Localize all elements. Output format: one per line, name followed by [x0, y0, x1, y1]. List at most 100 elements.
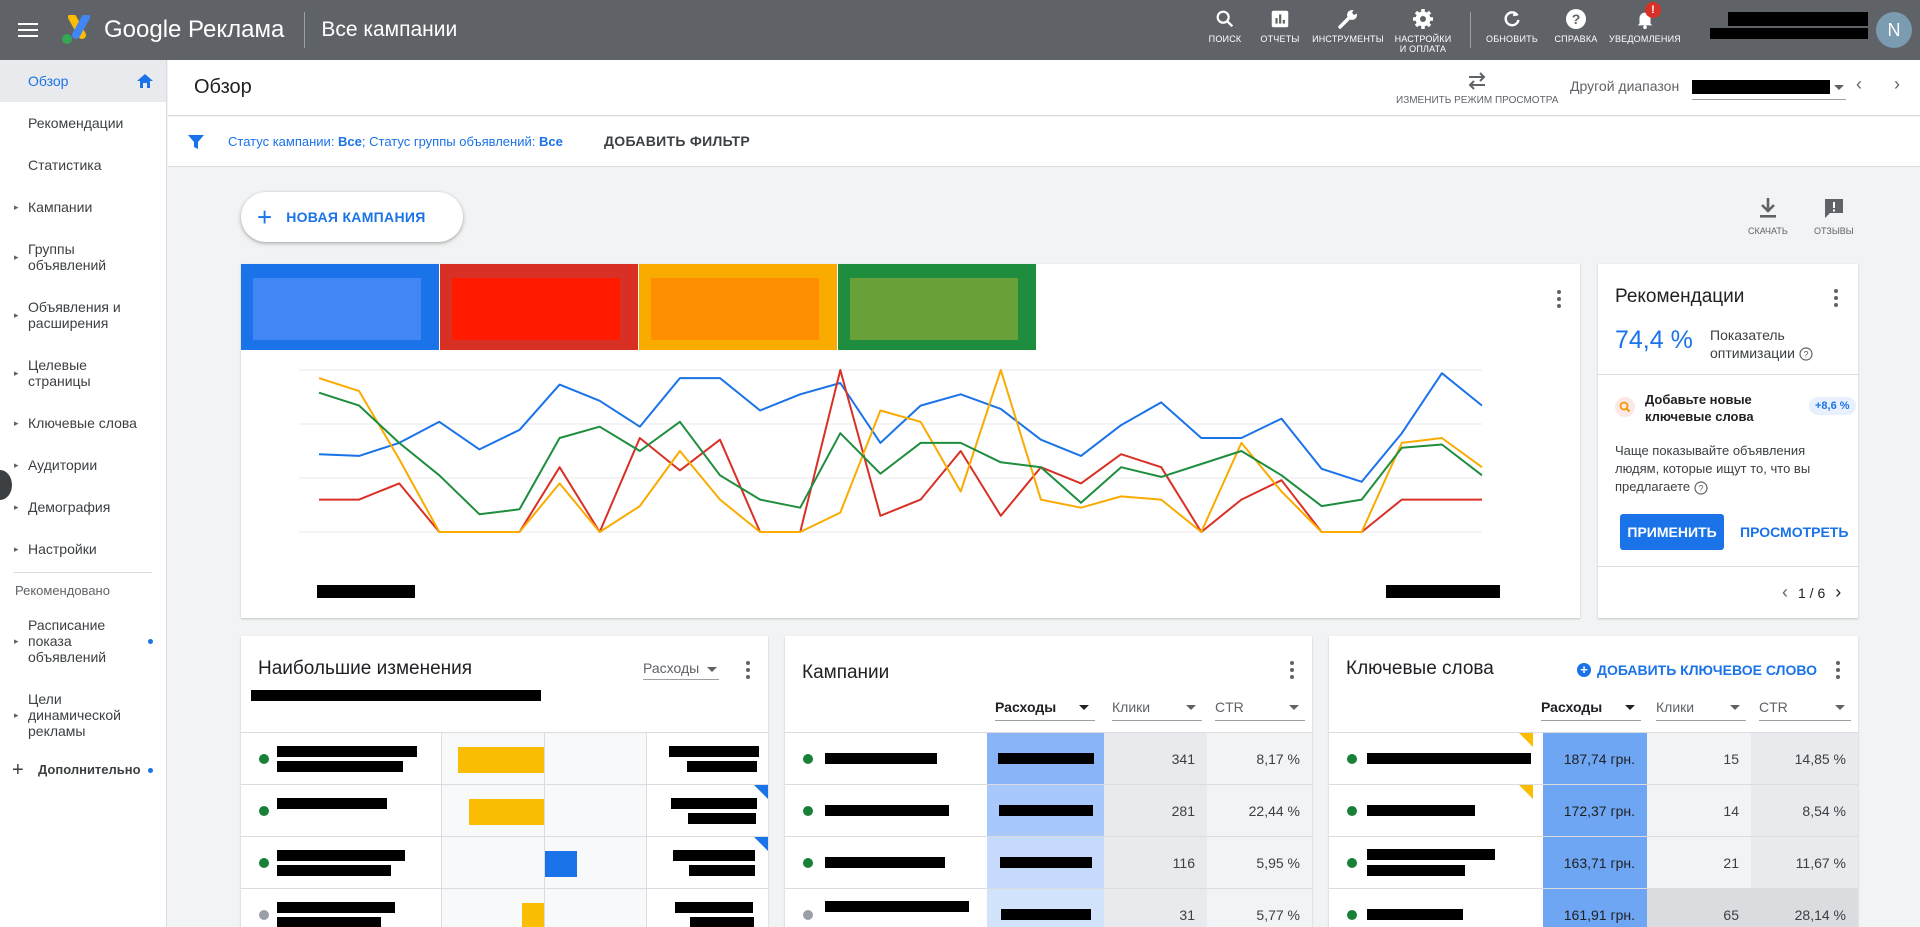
campaign-clicks-cell: 31 — [1104, 889, 1207, 927]
campaign-cost-cell — [987, 733, 1104, 784]
reports-action[interactable]: ОТЧЕТЫ — [1250, 0, 1310, 60]
change-bar-axis — [544, 889, 545, 927]
page-title: Обзор — [194, 76, 252, 98]
date-range-select[interactable] — [1692, 76, 1846, 100]
active-filters[interactable]: Статус кампании: Все; Статус группы объя… — [228, 134, 563, 149]
table-row[interactable]: 281 22,44 % — [785, 784, 1312, 836]
chevron-left-icon[interactable]: ‹ — [1782, 582, 1788, 603]
feedback-button[interactable]: ОТЗЫВЫ — [1814, 196, 1854, 236]
sidebar-item-settings[interactable]: ▸ Настройки — [0, 528, 166, 570]
table-row[interactable]: 172,37 грн. 14 8,54 % — [1329, 784, 1858, 836]
sidebar-item-keywords[interactable]: ▸ Ключевые слова — [0, 402, 166, 444]
sidebar-item-dynamic-ad-targets[interactable]: ▸ Цели динамической рекламы — [0, 677, 167, 753]
campaigns-col-ctr[interactable]: CTR — [1215, 699, 1305, 721]
keywords-title: Ключевые слова — [1346, 658, 1494, 679]
changes-metric-select[interactable]: Расходы — [643, 660, 719, 680]
tools-action-label: ИНСТРУМЕНТЫ — [1312, 34, 1384, 44]
column-label: CTR — [1215, 699, 1244, 715]
sidebar-item-landing-pages[interactable]: ▸ Целевые страницы — [0, 344, 140, 402]
changes-more-icon[interactable] — [741, 660, 755, 680]
add-keyword-button[interactable]: + ДОБАВИТЬ КЛЮЧЕВОЕ СЛОВО — [1577, 662, 1817, 678]
table-row[interactable]: 163,71 грн. 21 11,67 % — [1329, 836, 1858, 888]
add-circle-icon: + — [1577, 663, 1591, 677]
campaigns-col-clicks[interactable]: Клики — [1112, 699, 1202, 721]
svg-text:?: ? — [1698, 483, 1703, 493]
settings-billing-action[interactable]: НАСТРОЙКИ И ОПЛАТА — [1386, 0, 1460, 60]
campaigns-col-cost[interactable]: Расходы — [995, 699, 1095, 721]
caret-right-icon: ▸ — [14, 368, 19, 378]
keyword-cost-cell: 172,37 грн. — [1543, 785, 1647, 836]
keywords-col-cost[interactable]: Расходы — [1541, 699, 1641, 721]
sidebar-item-campaigns[interactable]: ▸ Кампании — [0, 186, 166, 228]
notifications-action[interactable]: ! УВЕДОМЛЕНИЯ — [1609, 0, 1681, 60]
avatar[interactable]: N — [1876, 12, 1912, 48]
keywords-more-icon[interactable] — [1831, 660, 1845, 680]
chart-more-icon[interactable] — [1552, 289, 1566, 309]
table-row[interactable]: 187,74 грн. 15 14,85 % — [1329, 732, 1858, 784]
table-row[interactable]: 31 5,77 % — [785, 888, 1312, 927]
sidebar-item-overview[interactable]: Обзор — [0, 60, 166, 102]
table-row[interactable]: 341 8,17 % — [785, 732, 1312, 784]
brand-name: Google Реклама — [104, 16, 285, 43]
sidebar-item-ad-schedule[interactable]: ▸ Расписание показа объявлений — [0, 605, 167, 677]
metric-tab-red[interactable] — [440, 264, 638, 350]
table-row[interactable] — [241, 836, 768, 888]
keyword-clicks-cell: 21 — [1647, 837, 1751, 888]
table-row[interactable] — [241, 732, 768, 784]
keywords-col-clicks[interactable]: Клики — [1656, 699, 1746, 721]
help-outline-icon[interactable]: ? — [1799, 347, 1813, 361]
x-axis-end-label-redacted — [1386, 585, 1500, 598]
google-ads-logo[interactable]: Google Реклама — [60, 15, 284, 45]
tools-action[interactable]: ИНСТРУМЕНТЫ — [1310, 0, 1386, 60]
keyword-text-redacted — [1367, 805, 1475, 816]
sidebar-item-demographics[interactable]: ▸ Демография — [0, 486, 166, 528]
apply-button[interactable]: ПРИМЕНИТЬ — [1620, 514, 1724, 550]
sidebar-item-ad-groups[interactable]: ▸ Группы объявлений — [0, 228, 140, 286]
view-button[interactable]: ПРОСМОТРЕТЬ — [1740, 524, 1848, 540]
help-action[interactable]: ? СПРАВКА — [1543, 0, 1609, 60]
recommendations-more-icon[interactable] — [1829, 288, 1843, 308]
chevron-left-icon[interactable]: ‹ — [1856, 74, 1862, 95]
keyword-clicks-cell: 15 — [1647, 733, 1751, 784]
metric-tab-blue[interactable] — [241, 264, 439, 350]
help-outline-icon[interactable]: ? — [1694, 480, 1708, 495]
new-indicator-dot — [148, 767, 153, 773]
sidebar-item-label: Кампании — [28, 199, 93, 215]
download-button[interactable]: СКАЧАТЬ — [1748, 196, 1788, 236]
topbar-actions: ПОИСК ОТЧЕТЫ ИНСТРУМЕНТЫ НАСТРОЙКИ И ОПЛ… — [1200, 0, 1681, 60]
metric-tab-green[interactable] — [838, 264, 1036, 350]
sidebar-item-label: Группы объявлений — [28, 241, 107, 273]
sidebar-item-recommendations[interactable]: Рекомендации — [0, 102, 166, 144]
table-row[interactable]: 116 5,95 % — [785, 836, 1312, 888]
campaign-cost-cell — [987, 837, 1104, 888]
filter-icon[interactable] — [187, 133, 205, 151]
refresh-action[interactable]: ОБНОВИТЬ — [1481, 0, 1543, 60]
change-view-button[interactable]: ИЗМЕНИТЬ РЕЖИМ ПРОСМОТРА — [1396, 70, 1558, 106]
page-header: Обзор ИЗМЕНИТЬ РЕЖИМ ПРОСМОТРА Другой ди… — [168, 60, 1920, 116]
campaign-ctr-cell: 5,95 % — [1207, 837, 1312, 888]
line-chart — [299, 369, 1483, 533]
menu-icon[interactable] — [0, 0, 56, 60]
status-dot — [803, 858, 813, 868]
table-row[interactable] — [241, 784, 768, 836]
sidebar-item-more[interactable]: + Дополнительно — [0, 753, 167, 787]
sidebar-item-ads-extensions[interactable]: ▸ Объявления и расширения — [0, 286, 140, 344]
search-action[interactable]: ПОИСК — [1200, 0, 1250, 60]
keywords-col-ctr[interactable]: CTR — [1759, 699, 1851, 721]
metric-tab-yellow[interactable] — [639, 264, 837, 350]
account-title[interactable]: Все кампании — [321, 18, 457, 42]
add-filter-button[interactable]: ДОБАВИТЬ ФИЛЬТР — [604, 133, 750, 149]
sort-arrow-icon — [1730, 705, 1740, 710]
campaigns-more-icon[interactable] — [1285, 660, 1299, 680]
keyword-text-redacted — [1367, 849, 1495, 860]
row-name-redacted — [277, 798, 387, 809]
metric-tab-content-redacted — [253, 278, 421, 340]
sidebar-item-audiences[interactable]: ▸ Аудитории — [0, 444, 166, 486]
sidebar-item-statistics[interactable]: Статистика — [0, 144, 166, 186]
new-campaign-button[interactable]: + НОВАЯ КАМПАНИЯ — [241, 192, 463, 242]
table-row[interactable] — [241, 888, 768, 927]
table-row[interactable]: 161,91 грн. 65 28,14 % — [1329, 888, 1858, 927]
chevron-right-icon[interactable]: › — [1835, 582, 1841, 603]
campaign-cost-redacted — [999, 857, 1092, 868]
chevron-right-icon[interactable]: › — [1894, 74, 1900, 95]
